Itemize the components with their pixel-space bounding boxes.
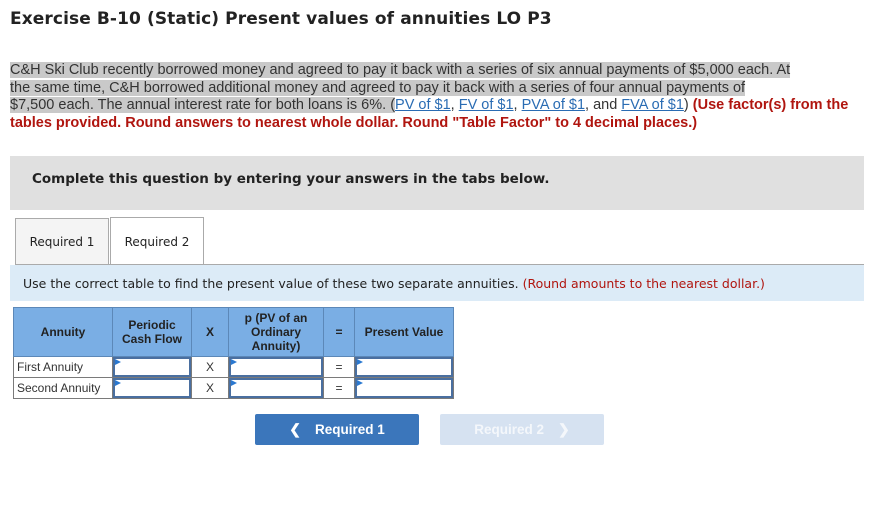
next-required-2-button[interactable]: Required 2 ❯ — [440, 414, 604, 445]
exercise-title: Exercise B-10 (Static) Present values of… — [10, 9, 552, 29]
first-present-value-input[interactable] — [355, 357, 453, 377]
header-times: X — [191, 307, 229, 357]
header-equals: = — [323, 307, 355, 357]
cash-flow-cell — [112, 377, 192, 399]
prev-required-1-button[interactable]: ❮ Required 1 — [255, 414, 419, 445]
header-present-value: Present Value — [354, 307, 454, 357]
link-fva-of-1[interactable]: FVA of $1 — [621, 97, 684, 113]
link-pv-of-1[interactable]: PV of $1 — [395, 97, 451, 113]
first-cash-flow-input[interactable] — [113, 357, 191, 377]
next-button-label: Required 2 — [474, 422, 545, 437]
second-cash-flow-input[interactable] — [113, 378, 191, 398]
row-label: Second Annuity — [13, 377, 113, 399]
tab-required-2[interactable]: Required 2 — [110, 217, 204, 265]
header-periodic-cash-flow: Periodic Cash Flow — [112, 307, 192, 357]
problem-line-1: C&H Ski Club recently borrowed money and… — [10, 62, 791, 78]
header-pv-factor: p (PV of an Ordinary Annuity) — [228, 307, 324, 357]
problem-line-2: the same time, C&H borrowed additional m… — [10, 79, 746, 96]
row-label: First Annuity — [13, 356, 113, 378]
panel-instruction: Use the correct table to find the presen… — [23, 276, 523, 291]
chevron-left-icon: ❮ — [289, 421, 301, 437]
times-sign: X — [191, 377, 229, 399]
separator: , — [450, 97, 459, 113]
instruction-box: Complete this question by entering your … — [10, 156, 864, 210]
question-panel: Use the correct table to find the presen… — [10, 265, 864, 301]
first-factor-input[interactable] — [229, 357, 323, 377]
panel-note: (Round amounts to the nearest dollar.) — [522, 276, 765, 291]
panel-text: Use the correct table to find the presen… — [23, 276, 765, 291]
separator: , and — [585, 97, 622, 113]
equals-sign: = — [323, 377, 355, 399]
link-pva-of-1[interactable]: PVA of $1 — [522, 97, 585, 113]
chevron-right-icon: ❯ — [558, 421, 570, 437]
present-value-cell — [354, 377, 454, 399]
problem-statement: C&H Ski Club recently borrowed money and… — [10, 62, 870, 132]
table-row: Second Annuity X = — [13, 377, 454, 399]
second-present-value-input[interactable] — [355, 378, 453, 398]
separator: , — [513, 97, 522, 113]
header-annuity: Annuity — [13, 307, 113, 357]
problem-line-3: $7,500 each. The annual interest rate fo… — [10, 97, 396, 113]
annuity-table: Annuity Periodic Cash Flow X p (PV of an… — [13, 307, 454, 399]
cash-flow-cell — [112, 356, 192, 378]
tab-required-1[interactable]: Required 1 — [15, 218, 109, 265]
present-value-cell — [354, 356, 454, 378]
factor-cell — [228, 356, 324, 378]
prev-button-label: Required 1 — [314, 422, 385, 437]
factor-cell — [228, 377, 324, 399]
times-sign: X — [191, 356, 229, 378]
instruction-text: Complete this question by entering your … — [32, 171, 550, 187]
link-fv-of-1[interactable]: FV of $1 — [459, 97, 514, 113]
second-factor-input[interactable] — [229, 378, 323, 398]
table-row: First Annuity X = — [13, 356, 454, 378]
equals-sign: = — [323, 356, 355, 378]
